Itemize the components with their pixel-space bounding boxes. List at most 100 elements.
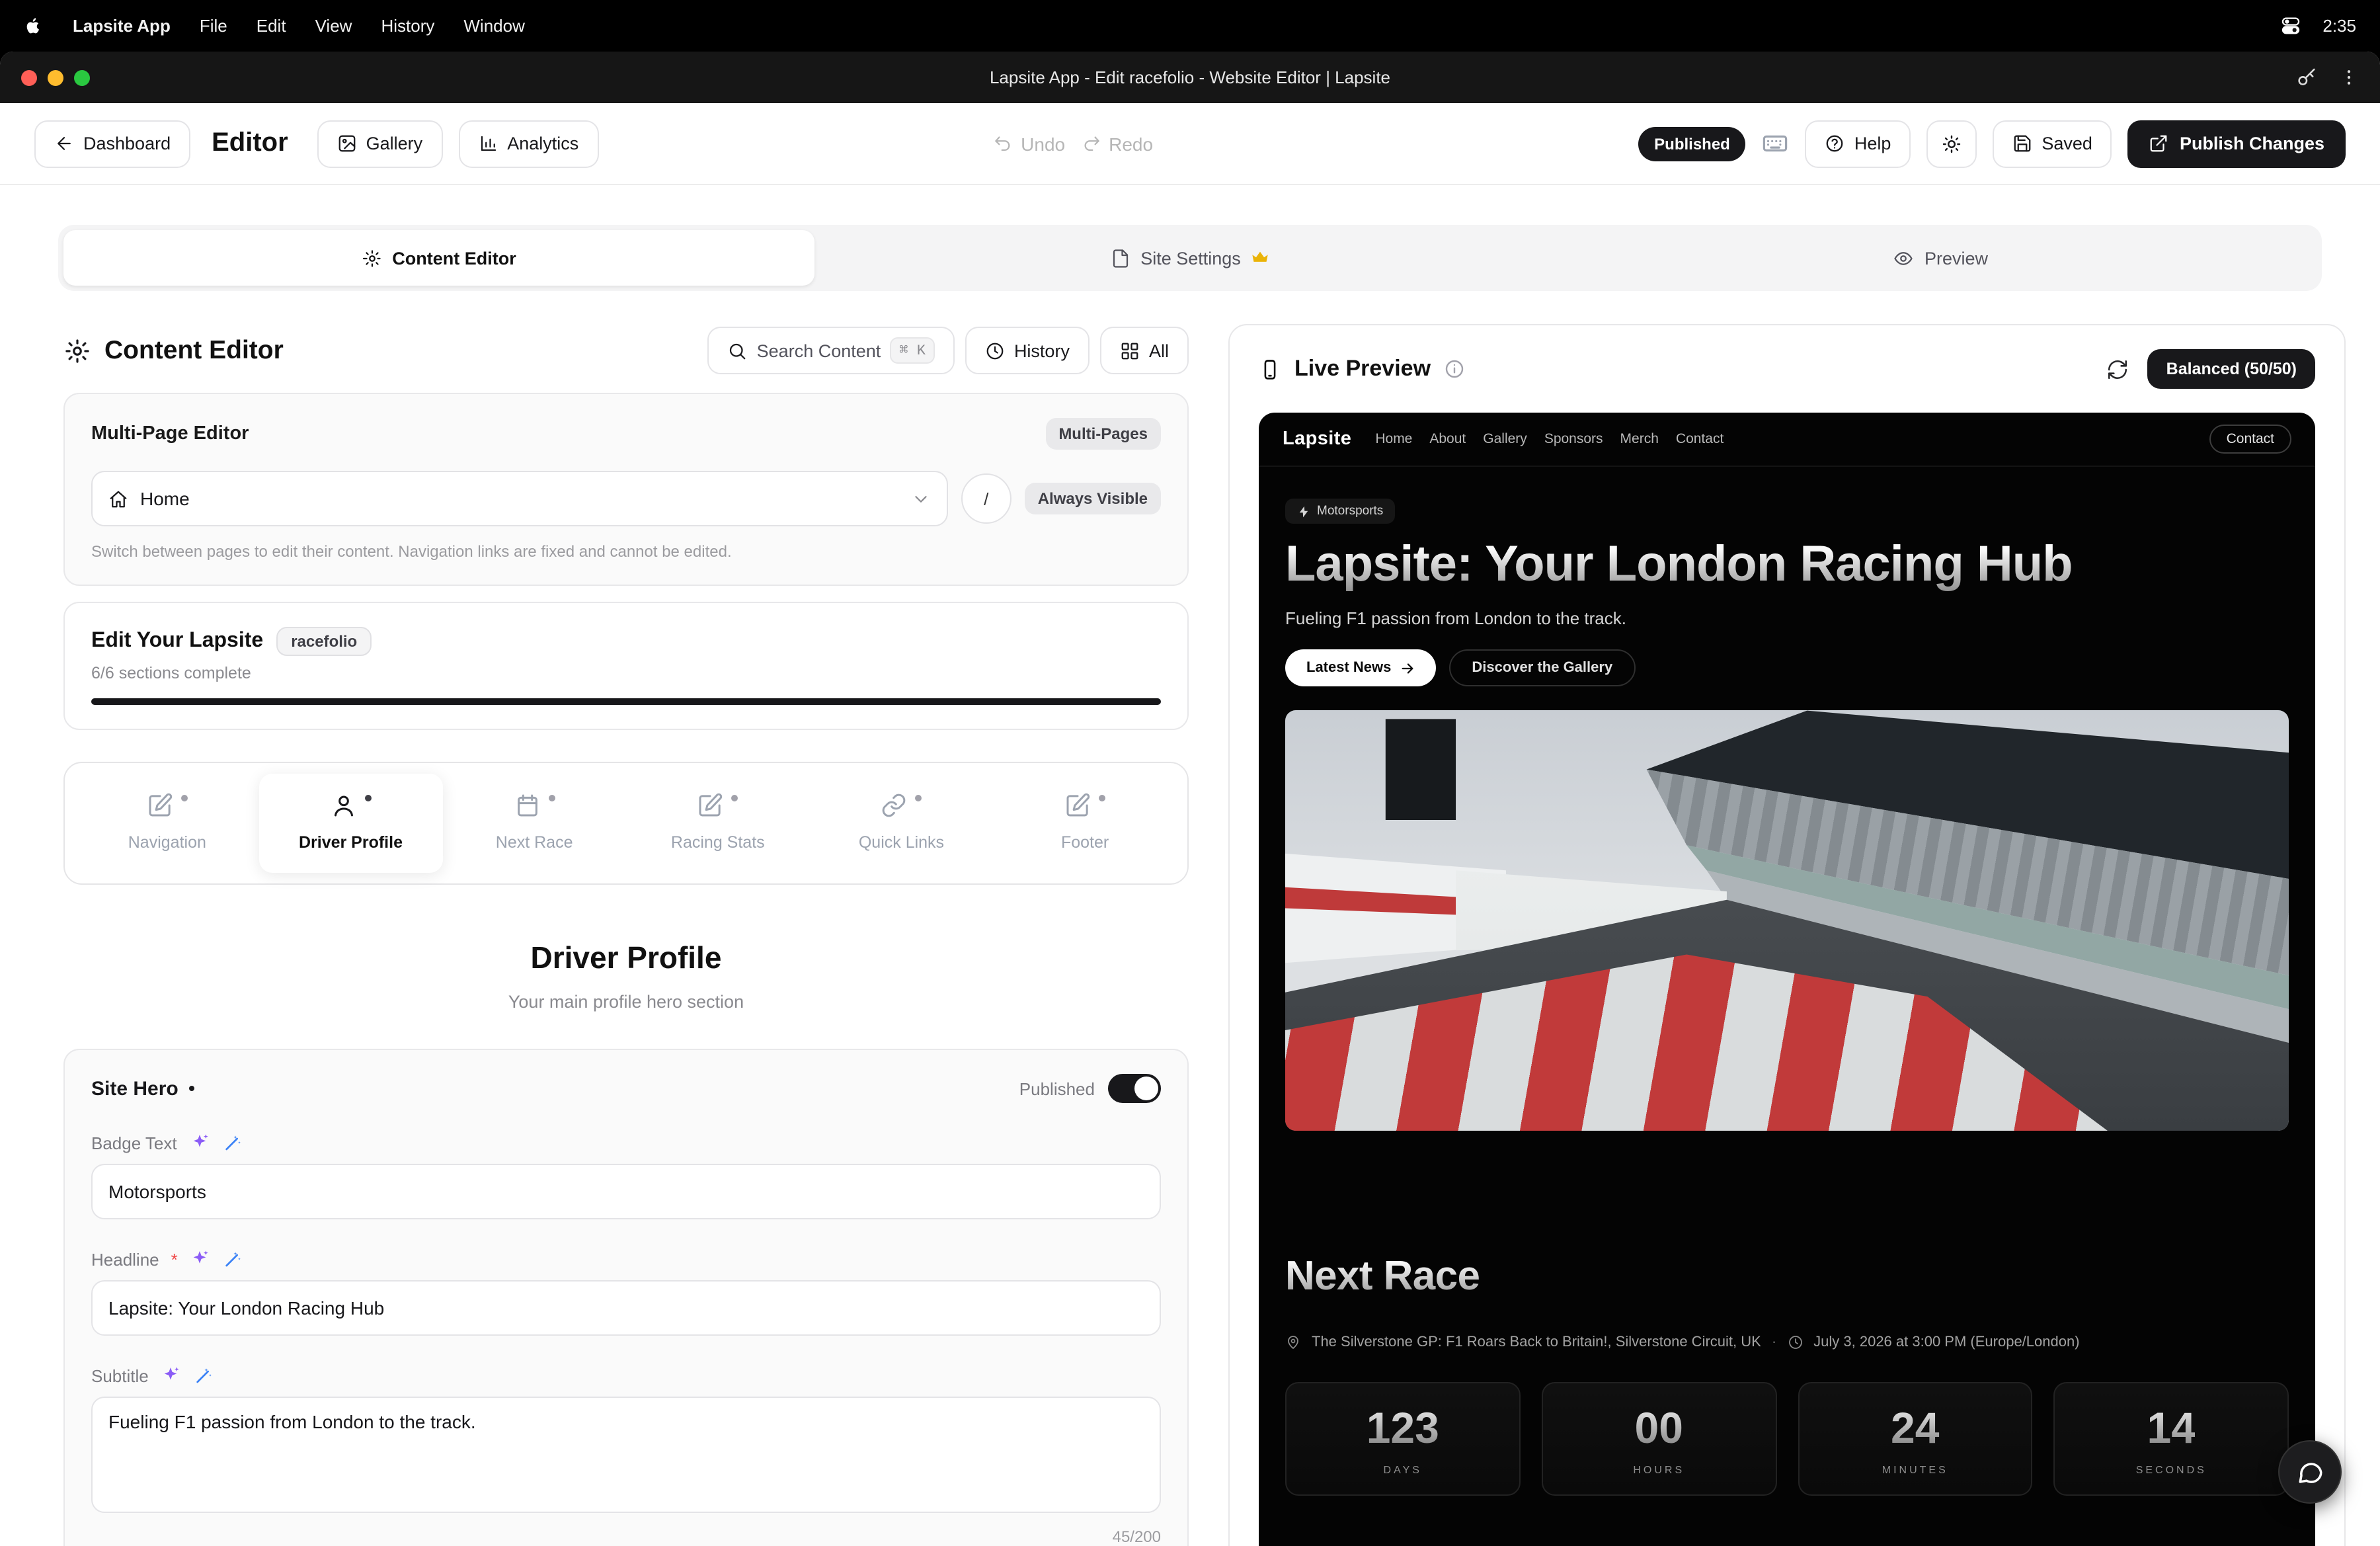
control-center-icon[interactable] (2279, 15, 2301, 37)
all-sections-button[interactable]: All (1100, 327, 1189, 374)
tab-preview[interactable]: Preview (1566, 230, 2317, 286)
site-nav-about[interactable]: About (1429, 431, 1466, 447)
page-title: Editor (212, 128, 288, 159)
sun-icon (1941, 133, 1962, 154)
undo-icon (993, 134, 1013, 153)
refresh-icon[interactable] (2107, 358, 2129, 380)
page-select-value: Home (140, 488, 190, 509)
meta-separator: · (1772, 1335, 1776, 1351)
gallery-button[interactable]: Gallery (317, 120, 443, 167)
countdown-days-label: DAYS (1384, 1464, 1422, 1476)
site-headline: Lapsite: Your London Racing Hub (1285, 538, 2289, 593)
countdown-days-card: 123 DAYS (1285, 1383, 1521, 1496)
saved-button[interactable]: Saved (1993, 120, 2112, 167)
arrow-right-icon (1400, 661, 1415, 676)
discover-gallery-button[interactable]: Discover the Gallery (1449, 650, 1635, 687)
site-progress-card: Edit Your Lapsite racefolio 6/6 sections… (63, 602, 1189, 730)
site-nav-sponsors[interactable]: Sponsors (1544, 431, 1603, 447)
clock-icon (1787, 1335, 1803, 1351)
racetrack-hero-image (1285, 711, 2289, 1131)
countdown-seconds-card: 14 SECONDS (2054, 1383, 2289, 1496)
badge-text-label: Badge Text (91, 1133, 177, 1153)
apple-menu-icon[interactable] (24, 16, 44, 36)
progress-status: 6/6 sections complete (91, 664, 1161, 682)
menu-clock[interactable]: 2:35 (2322, 16, 2356, 36)
dashboard-button[interactable]: Dashboard (34, 120, 190, 167)
chat-widget-button[interactable] (2278, 1440, 2342, 1504)
crown-icon (1251, 249, 1270, 267)
page-select[interactable]: Home (91, 471, 948, 526)
site-name-badge: racefolio (276, 627, 372, 656)
lightning-icon (1297, 505, 1310, 518)
countdown-seconds-label: SECONDS (2136, 1464, 2207, 1476)
section-tab-driver-profile[interactable]: Driver Profile (259, 774, 443, 873)
site-nav-contact[interactable]: Contact (1676, 431, 1724, 447)
site-hero-title: Site Hero (91, 1077, 178, 1100)
phone-icon (1259, 358, 1281, 380)
headline-label: Headline (91, 1249, 159, 1269)
publish-changes-button[interactable]: Publish Changes (2128, 120, 2346, 167)
title-bar: Lapsite App - Edit racefolio - Website E… (0, 52, 2380, 103)
section-tab-quick-links[interactable]: Quick Links (810, 774, 994, 873)
ai-sparkles-icon[interactable] (189, 1132, 210, 1153)
keyboard-shortcuts-icon[interactable] (1762, 130, 1790, 157)
latest-news-button[interactable]: Latest News (1285, 650, 1436, 687)
help-button[interactable]: Help (1805, 120, 1911, 167)
ai-sparkles-icon[interactable] (190, 1248, 211, 1270)
magic-wand-icon[interactable] (223, 1248, 244, 1270)
tab-site-settings[interactable]: Site Settings (814, 230, 1566, 286)
site-hero-card: Site Hero Published Badge Text Headlin (63, 1049, 1189, 1546)
section-tab-racing-stats[interactable]: Racing Stats (626, 774, 810, 873)
modified-dot (189, 1086, 194, 1091)
overflow-menu-icon[interactable] (2339, 67, 2359, 87)
menu-item-edit[interactable]: Edit (257, 16, 286, 36)
multi-page-helper-text: Switch between pages to edit their conte… (91, 542, 1161, 561)
arrow-left-icon (54, 134, 74, 153)
help-circle-icon (1825, 134, 1845, 153)
site-nav-merch[interactable]: Merch (1620, 431, 1659, 447)
next-race-title: Next Race (1285, 1253, 2289, 1301)
user-icon (330, 792, 356, 819)
site-nav-home[interactable]: Home (1375, 431, 1412, 447)
section-tab-next-race[interactable]: Next Race (442, 774, 626, 873)
calendar-icon (514, 792, 540, 819)
redo-button[interactable]: Redo (1081, 133, 1153, 154)
undo-button[interactable]: Undo (993, 133, 1065, 154)
always-visible-badge: Always Visible (1025, 483, 1161, 514)
preview-mode-button[interactable]: Balanced (50/50) (2148, 349, 2315, 389)
section-tab-navigation[interactable]: Navigation (75, 774, 259, 873)
section-tab-footer[interactable]: Footer (993, 774, 1177, 873)
site-logo[interactable]: Lapsite (1283, 428, 1351, 450)
ai-sparkles-icon[interactable] (161, 1365, 182, 1386)
countdown-hours-value: 00 (1635, 1403, 1683, 1453)
magic-wand-icon[interactable] (194, 1365, 215, 1386)
clock-icon (985, 341, 1005, 360)
section-tabs: Navigation Driver Profile Next Race Raci… (63, 762, 1189, 885)
countdown-minutes-value: 24 (1891, 1403, 1939, 1453)
key-icon[interactable] (2295, 66, 2318, 89)
menu-item-view[interactable]: View (315, 16, 352, 36)
multi-page-editor-card: Multi-Page Editor Multi-Pages Home / Alw… (63, 393, 1189, 586)
magic-wand-icon[interactable] (222, 1132, 243, 1153)
editor-header: Dashboard Editor Gallery Analytics Undo … (0, 103, 2380, 185)
content-editor-panel: Content Editor Search Content ⌘ K Histor… (63, 327, 1189, 1546)
subtitle-textarea[interactable]: Fueling F1 passion from London to the tr… (91, 1397, 1161, 1513)
site-preview: Lapsite Home About Gallery Sponsors Merc… (1259, 413, 2315, 1546)
menu-app-name[interactable]: Lapsite App (73, 16, 171, 36)
badge-text-input[interactable] (91, 1164, 1161, 1219)
headline-input[interactable] (91, 1280, 1161, 1336)
menu-bar: Lapsite App File Edit View History Windo… (0, 0, 2380, 52)
analytics-button[interactable]: Analytics (458, 120, 598, 167)
tab-content-editor[interactable]: Content Editor (63, 230, 814, 286)
site-nav-gallery[interactable]: Gallery (1483, 431, 1527, 447)
theme-toggle-button[interactable] (1926, 120, 1977, 167)
search-content-button[interactable]: Search Content ⌘ K (708, 327, 955, 374)
published-toggle[interactable] (1108, 1074, 1161, 1103)
redo-icon (1081, 134, 1101, 153)
menu-item-history[interactable]: History (381, 16, 434, 36)
gear-icon (63, 337, 91, 364)
history-button[interactable]: History (965, 327, 1090, 374)
menu-item-file[interactable]: File (200, 16, 227, 36)
site-contact-button[interactable]: Contact (2209, 425, 2291, 454)
menu-item-window[interactable]: Window (463, 16, 525, 36)
